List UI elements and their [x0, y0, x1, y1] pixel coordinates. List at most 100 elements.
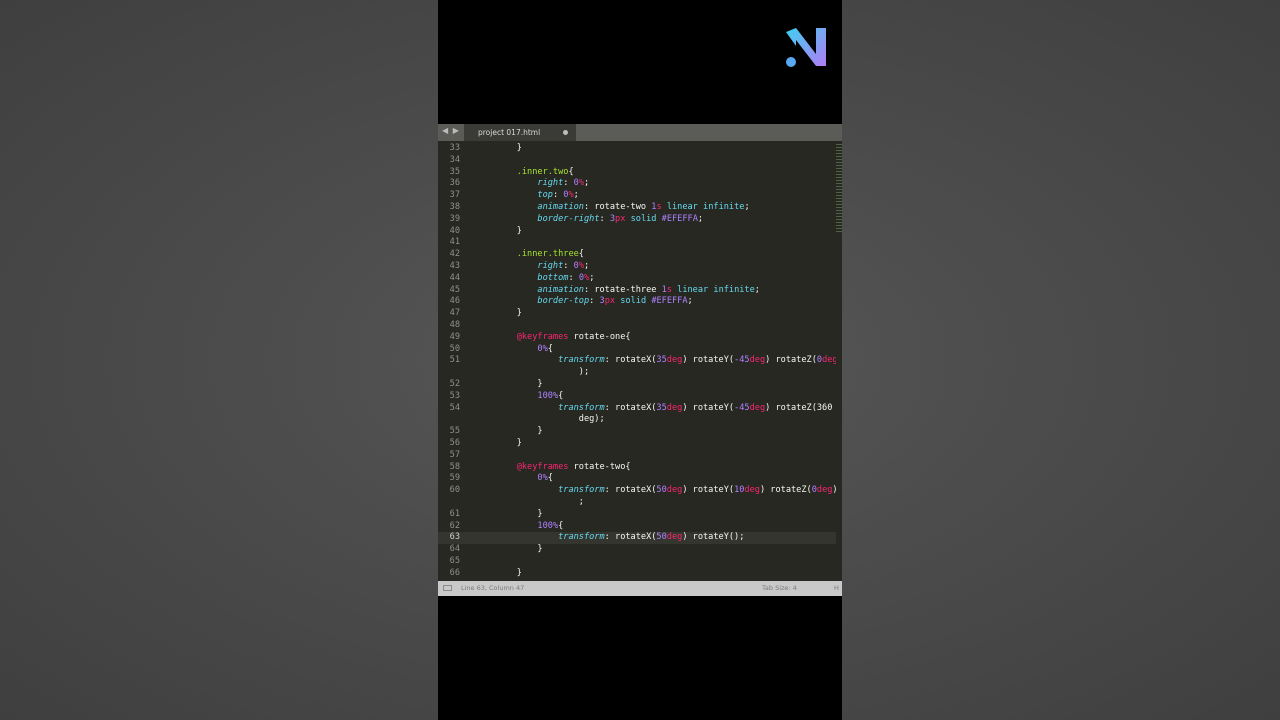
code-text: } [496, 508, 543, 519]
code-text: ); [496, 367, 590, 378]
code-text: 0%{ [537, 343, 553, 354]
line-number: 42 [449, 249, 460, 260]
n-logo-icon [786, 28, 826, 67]
code-text: ; [496, 496, 584, 507]
code-line[interactable]: 66 } [438, 568, 836, 580]
status-bar: Line 63, Column 47 Tab Size: 4 H [438, 581, 842, 596]
code-editor: ◀ ▶ project 017.html 33 } 34 35 .inner.two… [438, 124, 842, 596]
file-tab[interactable]: project 017.html [464, 124, 576, 141]
code-text: 100%{ [537, 520, 564, 531]
code-line[interactable]: 60 transform: rotateX(50deg) rotateY(10d… [438, 485, 836, 497]
line-number: 57 [449, 449, 460, 460]
code-line[interactable]: ); [438, 367, 836, 379]
code-text: } [496, 143, 522, 153]
code-line[interactable]: 62 100%{ [438, 521, 836, 533]
line-number: 43 [449, 260, 460, 271]
line-number: 47 [449, 308, 460, 319]
code-text: 0%{ [537, 473, 553, 484]
syntax-indicator[interactable]: H [834, 581, 839, 596]
code-text: animation: rotate-two 1s linear infinite… [537, 201, 750, 212]
line-number: 35 [449, 166, 460, 177]
code-line[interactable]: ; [438, 497, 836, 509]
code-line[interactable]: 61 } [438, 509, 836, 521]
file-tab-label: project 017.html [478, 128, 541, 137]
code-text: animation: rotate-three 1s linear infini… [537, 284, 760, 295]
code-line[interactable]: 48 [438, 320, 836, 332]
code-line[interactable]: 36 right: 0%; [438, 178, 836, 190]
code-text: transform: rotateX(35deg) rotateY(-45deg… [558, 402, 833, 413]
code-text: .inner.two{ [516, 166, 574, 177]
code-text: top: 0%; [537, 190, 579, 201]
line-number: 45 [449, 284, 460, 295]
line-number: 64 [449, 544, 460, 555]
code-line[interactable]: 51 transform: rotateX(35deg) rotateY(-45… [438, 355, 836, 367]
line-number: 33 [449, 143, 460, 153]
code-line[interactable]: 35 .inner.two{ [438, 167, 836, 179]
code-line[interactable]: 56 } [438, 438, 836, 450]
code-line[interactable]: 57 [438, 450, 836, 462]
code-line[interactable]: 49 @keyframes rotate-one{ [438, 332, 836, 344]
tab-bar: ◀ ▶ project 017.html [438, 124, 842, 141]
code-text: transform: rotateX(35deg) rotateY(-45deg… [558, 355, 836, 366]
code-line[interactable]: 43 right: 0%; [438, 261, 836, 273]
code-line[interactable]: 52 } [438, 379, 836, 391]
code-line[interactable]: 38 animation: rotate-two 1s linear infin… [438, 202, 836, 214]
code-line[interactable]: 41 [438, 237, 836, 249]
code-text: bottom: 0%; [537, 272, 595, 283]
line-number: 52 [449, 378, 460, 389]
code-line[interactable]: 50 0%{ [438, 344, 836, 356]
line-number: 50 [449, 343, 460, 354]
tab-size-indicator[interactable]: Tab Size: 4 [762, 581, 797, 596]
code-line[interactable]: 64 } [438, 544, 836, 556]
line-number: 40 [449, 225, 460, 236]
line-number: 59 [449, 473, 460, 484]
line-number: 58 [449, 461, 460, 472]
code-line[interactable]: 65 [438, 556, 836, 568]
minimap[interactable] [836, 144, 842, 234]
code-line[interactable]: 37 top: 0%; [438, 190, 836, 202]
code-text: } [496, 437, 522, 448]
code-text: transform: rotateX(50deg) rotateY(10deg)… [558, 485, 836, 496]
code-line[interactable]: 47 } [438, 308, 836, 320]
line-number: 55 [449, 426, 460, 437]
code-line[interactable]: 42 .inner.three{ [438, 249, 836, 261]
unsaved-dot-icon[interactable] [563, 130, 568, 135]
code-line[interactable]: 58 @keyframes rotate-two{ [438, 462, 836, 474]
code-area[interactable]: 33 } 34 35 .inner.two{36 right: 0%; 37 top:… [438, 143, 836, 581]
code-line[interactable]: 59 0%{ [438, 473, 836, 485]
line-number: 53 [449, 390, 460, 401]
code-text: } [496, 544, 543, 555]
code-text: @keyframes rotate-two{ [516, 461, 631, 472]
line-number: 56 [449, 437, 460, 448]
code-text: deg); [496, 414, 605, 425]
line-number: 38 [449, 201, 460, 212]
code-line[interactable]: deg); [438, 414, 836, 426]
code-line[interactable]: 53 100%{ [438, 391, 836, 403]
code-text: } [496, 378, 543, 389]
code-line[interactable]: 34 [438, 155, 836, 167]
code-line[interactable]: 55 } [438, 426, 836, 438]
code-text: } [496, 426, 543, 437]
code-line[interactable]: 63 transform: rotateX(50deg) rotateY(); [438, 532, 836, 545]
code-line[interactable]: 54 transform: rotateX(35deg) rotateY(-45… [438, 403, 836, 415]
line-number: 37 [449, 190, 460, 201]
code-text: transform: rotateX(50deg) rotateY(); [558, 532, 745, 543]
line-number: 48 [449, 319, 460, 330]
video-frame: ◀ ▶ project 017.html 33 } 34 35 .inner.two… [438, 0, 842, 720]
code-line[interactable]: 46 border-top: 3px solid #EFEFFA; [438, 296, 836, 308]
code-line[interactable]: 45 animation: rotate-three 1s linear inf… [438, 285, 836, 297]
code-line[interactable]: 39 border-right: 3px solid #EFEFFA; [438, 214, 836, 226]
panel-toggle-icon[interactable] [443, 585, 452, 591]
line-number: 41 [449, 237, 460, 248]
code-text: .inner.three{ [516, 249, 584, 260]
line-number: 54 [449, 402, 460, 413]
line-number: 51 [449, 355, 460, 366]
code-text: } [496, 308, 522, 319]
line-number: 60 [449, 485, 460, 496]
code-text: @keyframes rotate-one{ [516, 331, 631, 342]
code-text: } [496, 225, 522, 236]
code-line[interactable]: 44 bottom: 0%; [438, 273, 836, 285]
tab-nav-arrows[interactable]: ◀ ▶ [442, 126, 460, 135]
code-line[interactable]: 33 } [438, 143, 836, 155]
code-line[interactable]: 40 } [438, 226, 836, 238]
